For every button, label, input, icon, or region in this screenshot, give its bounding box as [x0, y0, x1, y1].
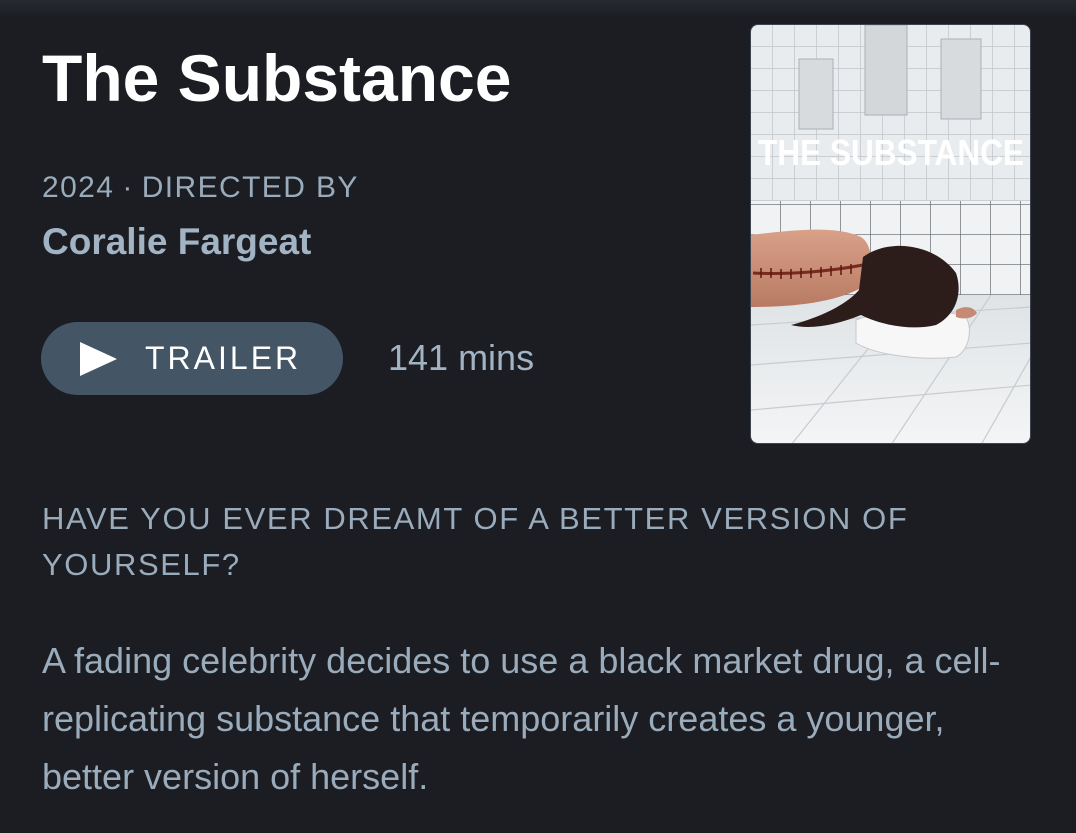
film-poster[interactable]: THE SUBSTANCE — [750, 24, 1031, 444]
release-year[interactable]: 2024 — [42, 171, 114, 204]
film-synopsis: A fading celebrity decides to use a blac… — [42, 640, 1001, 797]
trailer-button[interactable]: TRAILER — [41, 322, 343, 395]
runtime: 141 mins — [388, 337, 535, 378]
meta-separator: · — [122, 171, 134, 204]
directed-by-label: DIRECTED BY — [141, 171, 359, 204]
trailer-button-label: TRAILER — [145, 340, 302, 376]
film-title: The Substance — [42, 41, 512, 115]
header-shadow — [0, 0, 1076, 18]
poster-artwork: THE SUBSTANCE — [751, 25, 1030, 443]
poster-title: THE SUBSTANCE — [758, 132, 1024, 173]
play-icon — [80, 341, 117, 376]
film-tagline: HAVE YOU EVER DREAMT OF A BETTER VERSION… — [42, 501, 909, 582]
film-meta: 2024 · DIRECTED BY — [42, 170, 359, 206]
director-name[interactable]: Coralie Fargeat — [42, 220, 311, 264]
